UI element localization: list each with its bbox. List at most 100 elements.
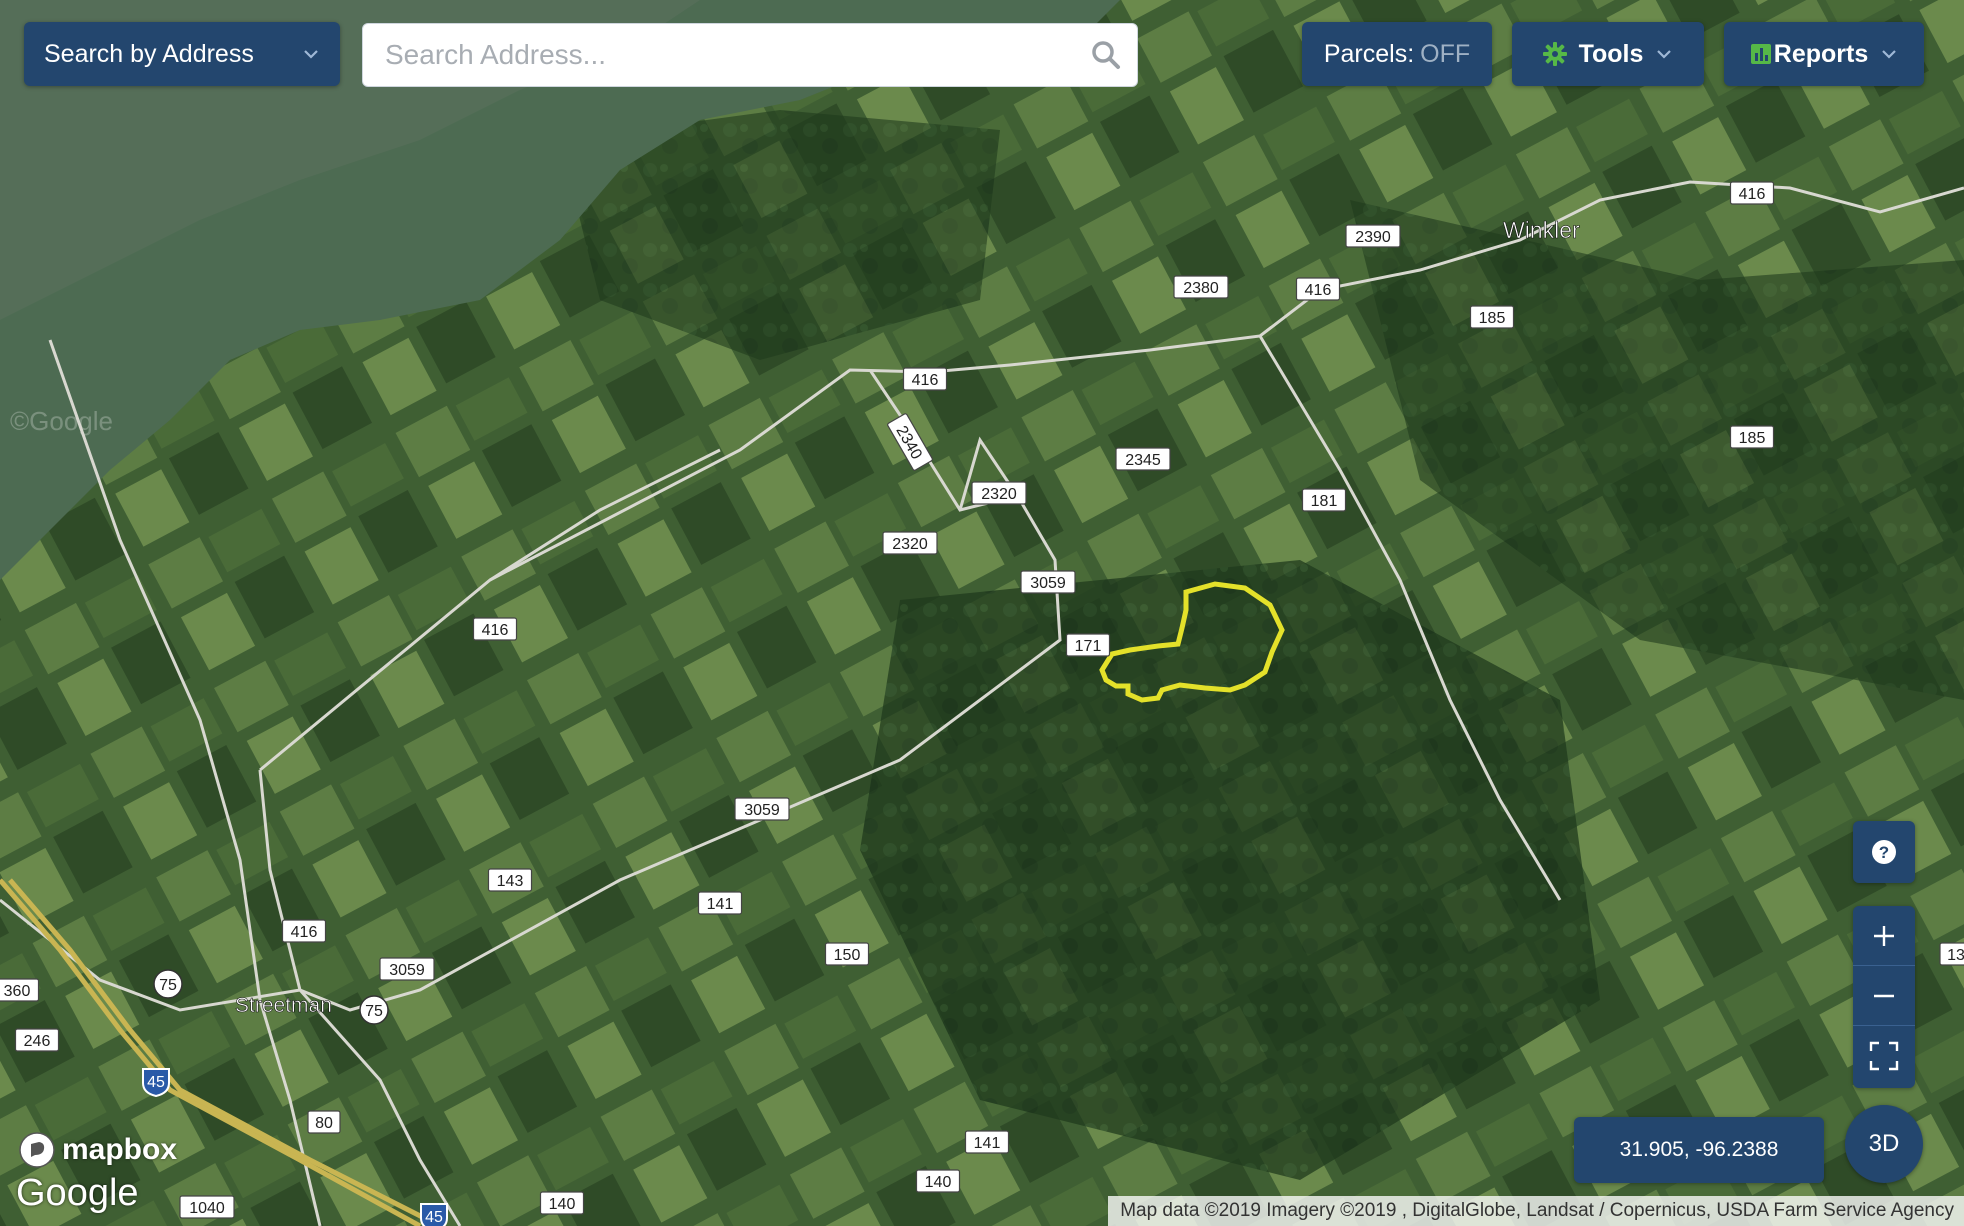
- google-watermark: ©Google: [10, 406, 113, 436]
- minus-icon: [1874, 994, 1894, 997]
- search-input[interactable]: [383, 38, 1091, 72]
- road-shield-label: 3059: [389, 962, 425, 979]
- road-shield-label: 185: [1479, 310, 1506, 327]
- road-shield-label: 75: [159, 977, 177, 994]
- zoom-controls: [1853, 906, 1915, 1088]
- road-shield: 416: [902, 367, 948, 391]
- road-shield-label: 140: [549, 1196, 576, 1213]
- road-shield-label: 416: [482, 622, 509, 639]
- question-icon: ?: [1872, 840, 1896, 864]
- road-shield-label: 13: [1947, 947, 1964, 964]
- road-shield-label: 2320: [981, 486, 1017, 503]
- road-shield: 416: [1295, 277, 1341, 301]
- road-shield-label: 246: [24, 1033, 51, 1050]
- mapbox-icon: [19, 1132, 55, 1168]
- road-shield: 3059: [1020, 570, 1076, 594]
- road-shield-label: 45: [425, 1209, 443, 1226]
- road-shield: 2390: [1345, 224, 1401, 248]
- road-shield: 140: [915, 1169, 961, 1193]
- road-shield-label: 2345: [1125, 452, 1161, 469]
- road-shield: 45: [142, 1068, 170, 1098]
- road-shield-label: 45: [147, 1074, 165, 1091]
- view-3d-button[interactable]: 3D: [1845, 1105, 1923, 1183]
- road-shield-label: 1040: [189, 1200, 225, 1217]
- road-shield: 171: [1065, 633, 1111, 657]
- map-attribution[interactable]: Map data ©2019 Imagery ©2019 , DigitalGl…: [1108, 1196, 1964, 1226]
- road-shield: 246: [14, 1028, 60, 1052]
- zoom-out-button[interactable]: [1853, 966, 1915, 1026]
- road-shield: 2345: [1115, 447, 1171, 471]
- search-icon[interactable]: [1091, 40, 1121, 70]
- road-shield: 3059: [379, 957, 435, 981]
- road-shield-label: 2390: [1355, 229, 1391, 246]
- road-shield: 75: [153, 969, 183, 999]
- road-shield-label: 416: [291, 924, 318, 941]
- reports-dropdown[interactable]: Reports: [1724, 22, 1924, 86]
- chevron-down-icon: [304, 50, 318, 59]
- coordinates-display: 31.905, -96.2388: [1574, 1117, 1824, 1183]
- road-shield: 185: [1469, 305, 1515, 329]
- road-shield: 3059: [734, 797, 790, 821]
- road-shield-label: 141: [707, 896, 734, 913]
- road-shield: 416: [472, 617, 518, 641]
- road-shield-label: 75: [365, 1003, 383, 1020]
- road-shield: 13: [1939, 942, 1964, 966]
- road-shield: 2380: [1173, 275, 1229, 299]
- road-shield: 185: [1729, 425, 1775, 449]
- road-shield: 141: [697, 891, 743, 915]
- road-shield-label: 360: [4, 983, 31, 1000]
- road-shield: 45: [420, 1203, 448, 1226]
- chevron-down-icon: [1882, 50, 1897, 59]
- coordinates-text: 31.905, -96.2388: [1619, 1138, 1779, 1161]
- road-shield: 360: [0, 978, 40, 1002]
- road-shield-label: 3059: [744, 802, 780, 819]
- road-shield-label: 80: [315, 1115, 333, 1132]
- google-logo: Google: [16, 1172, 139, 1214]
- road-shield: 150: [824, 942, 870, 966]
- road-shield-label: 416: [912, 372, 939, 389]
- road-shield: 75: [359, 995, 389, 1025]
- road-shield-label: 185: [1739, 430, 1766, 447]
- road-shield-label: 416: [1305, 282, 1332, 299]
- search-mode-dropdown[interactable]: Search by Address: [24, 22, 340, 86]
- road-shield-label: 2380: [1183, 280, 1219, 297]
- tools-label: Tools: [1578, 39, 1644, 68]
- fullscreen-button[interactable]: [1853, 1026, 1915, 1086]
- road-shield: 141: [964, 1130, 1010, 1154]
- parcels-toggle[interactable]: Parcels: OFF: [1302, 22, 1492, 86]
- place-label: Winkler: [1503, 217, 1580, 243]
- fullscreen-icon: [1869, 1041, 1899, 1071]
- road-shield: 2320: [971, 481, 1027, 505]
- view-3d-label: 3D: [1868, 1130, 1900, 1157]
- road-shield-label: 150: [834, 947, 861, 964]
- road-shield-label: 141: [974, 1135, 1001, 1152]
- road-shield-label: 2320: [892, 536, 928, 553]
- plus-icon: [1874, 925, 1894, 946]
- road-shield-label: 3059: [1030, 575, 1066, 592]
- search-mode-label: Search by Address: [44, 39, 254, 68]
- chevron-down-icon: [1657, 50, 1672, 59]
- place-label: Streetman: [235, 994, 332, 1017]
- parcels-state: OFF: [1420, 39, 1471, 68]
- road-shield: 181: [1301, 488, 1347, 512]
- parcels-label: Parcels:: [1323, 39, 1415, 68]
- road-shield: 140: [539, 1191, 585, 1215]
- road-shield-label: 143: [497, 873, 524, 890]
- road-shield: 143: [487, 868, 533, 892]
- satellite-map[interactable]: ©Google Winkler Streetman 416 416 416 416 41…: [0, 0, 1964, 1226]
- help-button[interactable]: ?: [1853, 821, 1915, 883]
- gear-icon: [1542, 42, 1567, 66]
- zoom-in-button[interactable]: [1853, 906, 1915, 966]
- reports-label: Reports: [1773, 39, 1869, 68]
- mapbox-logo[interactable]: mapbox: [18, 1131, 177, 1169]
- svg-text:?: ?: [1879, 843, 1889, 862]
- bar-chart-icon: [1750, 44, 1771, 64]
- road-shield-label: 416: [1739, 186, 1766, 203]
- road-shield: 2320: [882, 531, 938, 555]
- road-shield: 1040: [179, 1195, 235, 1219]
- mapbox-text: mapbox: [62, 1133, 178, 1166]
- search-input-box[interactable]: [362, 23, 1138, 87]
- tools-dropdown[interactable]: Tools: [1512, 22, 1704, 86]
- road-shield: 80: [307, 1110, 341, 1134]
- road-shield-label: 181: [1311, 493, 1338, 510]
